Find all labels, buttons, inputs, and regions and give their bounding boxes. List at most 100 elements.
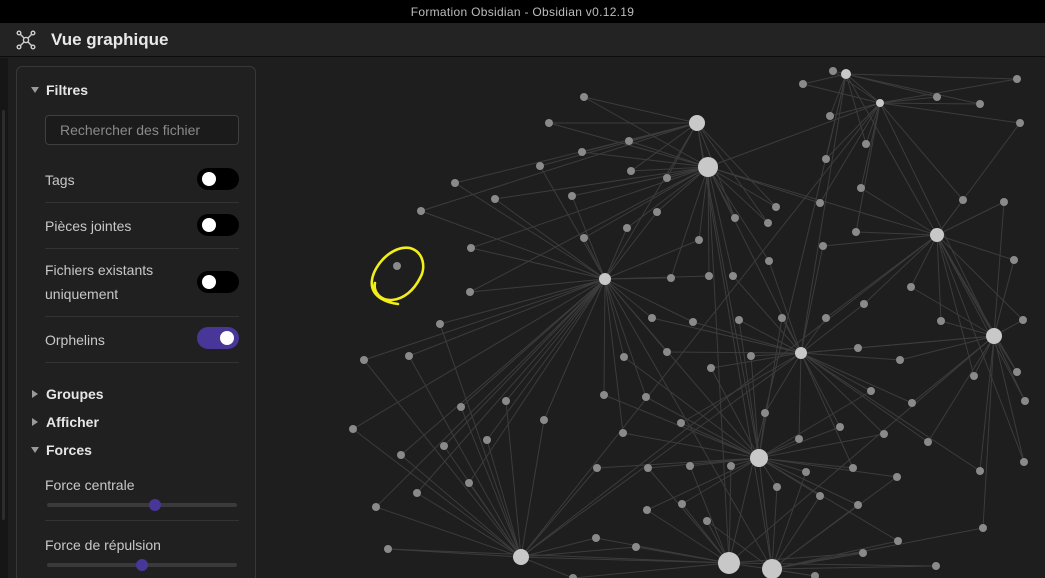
graph-node[interactable] <box>677 419 685 427</box>
graph-node[interactable] <box>1019 316 1027 324</box>
graph-node[interactable] <box>896 356 904 364</box>
graph-node[interactable] <box>465 479 473 487</box>
graph-node[interactable] <box>483 436 491 444</box>
graph-node[interactable] <box>976 100 984 108</box>
graph-node[interactable] <box>705 272 713 280</box>
graph-node[interactable] <box>491 195 499 203</box>
graph-node[interactable] <box>632 543 640 551</box>
graph-node[interactable] <box>620 353 628 361</box>
graph-node[interactable] <box>372 503 380 511</box>
graph-node[interactable] <box>880 430 888 438</box>
graph-node[interactable] <box>405 352 413 360</box>
graph-node[interactable] <box>857 184 865 192</box>
search-files-input[interactable] <box>45 115 239 145</box>
graph-hub-node[interactable] <box>750 449 768 467</box>
graph-node[interactable] <box>976 467 984 475</box>
graph-hub-node[interactable] <box>762 559 782 578</box>
graph-node[interactable] <box>349 425 357 433</box>
attachments-toggle[interactable] <box>197 214 239 236</box>
graph-hub-node[interactable] <box>513 549 529 565</box>
graph-node[interactable] <box>867 387 875 395</box>
graph-node[interactable] <box>735 316 743 324</box>
tags-toggle[interactable] <box>197 168 239 190</box>
graph-node[interactable] <box>467 244 475 252</box>
graph-node[interactable] <box>451 179 459 187</box>
graph-node[interactable] <box>663 174 671 182</box>
center-force-thumb[interactable] <box>149 499 162 511</box>
graph-node[interactable] <box>816 199 824 207</box>
existing-files-only-toggle[interactable] <box>197 271 239 293</box>
graph-node[interactable] <box>765 257 773 265</box>
graph-node[interactable] <box>907 283 915 291</box>
graph-node[interactable] <box>822 155 830 163</box>
graph-node[interactable] <box>924 438 932 446</box>
graph-node[interactable] <box>642 393 650 401</box>
graph-node[interactable] <box>502 397 510 405</box>
graph-node[interactable] <box>545 119 553 127</box>
graph-hub-node[interactable] <box>876 99 884 107</box>
graph-node[interactable] <box>536 162 544 170</box>
ribbon-scrollbar[interactable] <box>2 110 5 520</box>
graph-node[interactable] <box>959 196 967 204</box>
center-force-slider[interactable] <box>47 499 237 511</box>
graph-node[interactable] <box>1020 458 1028 466</box>
graph-hub-node[interactable] <box>718 552 740 574</box>
graph-node[interactable] <box>540 416 548 424</box>
graph-node[interactable] <box>440 442 448 450</box>
display-section-toggle[interactable]: Afficher <box>31 414 99 430</box>
graph-node[interactable] <box>384 545 392 553</box>
graph-node[interactable] <box>860 300 868 308</box>
graph-hub-node[interactable] <box>841 69 851 79</box>
graph-node[interactable] <box>826 112 834 120</box>
graph-node[interactable] <box>689 318 697 326</box>
graph-node[interactable] <box>849 464 857 472</box>
graph-node[interactable] <box>761 409 769 417</box>
graph-node[interactable] <box>819 242 827 250</box>
graph-node[interactable] <box>937 317 945 325</box>
graph-node[interactable] <box>773 483 781 491</box>
graph-hub-node[interactable] <box>795 347 807 359</box>
graph-node[interactable] <box>932 562 940 570</box>
graph-node[interactable] <box>397 451 405 459</box>
repel-force-slider[interactable] <box>47 559 237 571</box>
graph-node[interactable] <box>859 549 867 557</box>
forces-section-toggle[interactable]: Forces <box>31 442 92 458</box>
graph-node[interactable] <box>854 344 862 352</box>
graph-node[interactable] <box>593 464 601 472</box>
orphan-node[interactable] <box>393 262 401 270</box>
graph-node[interactable] <box>854 501 862 509</box>
graph-node[interactable] <box>795 435 803 443</box>
graph-node[interactable] <box>933 93 941 101</box>
graph-node[interactable] <box>778 314 786 322</box>
graph-node[interactable] <box>772 203 780 211</box>
graph-node[interactable] <box>970 372 978 380</box>
graph-node[interactable] <box>908 399 916 407</box>
graph-node[interactable] <box>457 403 465 411</box>
graph-node[interactable] <box>811 572 819 578</box>
filters-section-toggle[interactable]: Filtres <box>31 82 88 98</box>
graph-node[interactable] <box>580 93 588 101</box>
graph-hub-node[interactable] <box>689 115 705 131</box>
graph-node[interactable] <box>644 464 652 472</box>
graph-node[interactable] <box>653 208 661 216</box>
graph-hub-node[interactable] <box>599 273 611 285</box>
graph-node[interactable] <box>623 224 631 232</box>
graph-node[interactable] <box>578 148 586 156</box>
graph-hub-node[interactable] <box>698 157 718 177</box>
graph-node[interactable] <box>678 500 686 508</box>
graph-node[interactable] <box>648 314 656 322</box>
graph-node[interactable] <box>862 140 870 148</box>
graph-node[interactable] <box>686 462 694 470</box>
graph-node[interactable] <box>707 364 715 372</box>
graph-node[interactable] <box>568 192 576 200</box>
graph-node[interactable] <box>360 356 368 364</box>
graph-icon[interactable] <box>16 30 36 50</box>
graph-node[interactable] <box>852 228 860 236</box>
graph-node[interactable] <box>413 489 421 497</box>
graph-node[interactable] <box>663 348 671 356</box>
graph-hub-node[interactable] <box>986 328 1002 344</box>
graph-node[interactable] <box>619 429 627 437</box>
graph-node[interactable] <box>600 391 608 399</box>
groups-section-toggle[interactable]: Groupes <box>31 386 104 402</box>
graph-node[interactable] <box>822 314 830 322</box>
